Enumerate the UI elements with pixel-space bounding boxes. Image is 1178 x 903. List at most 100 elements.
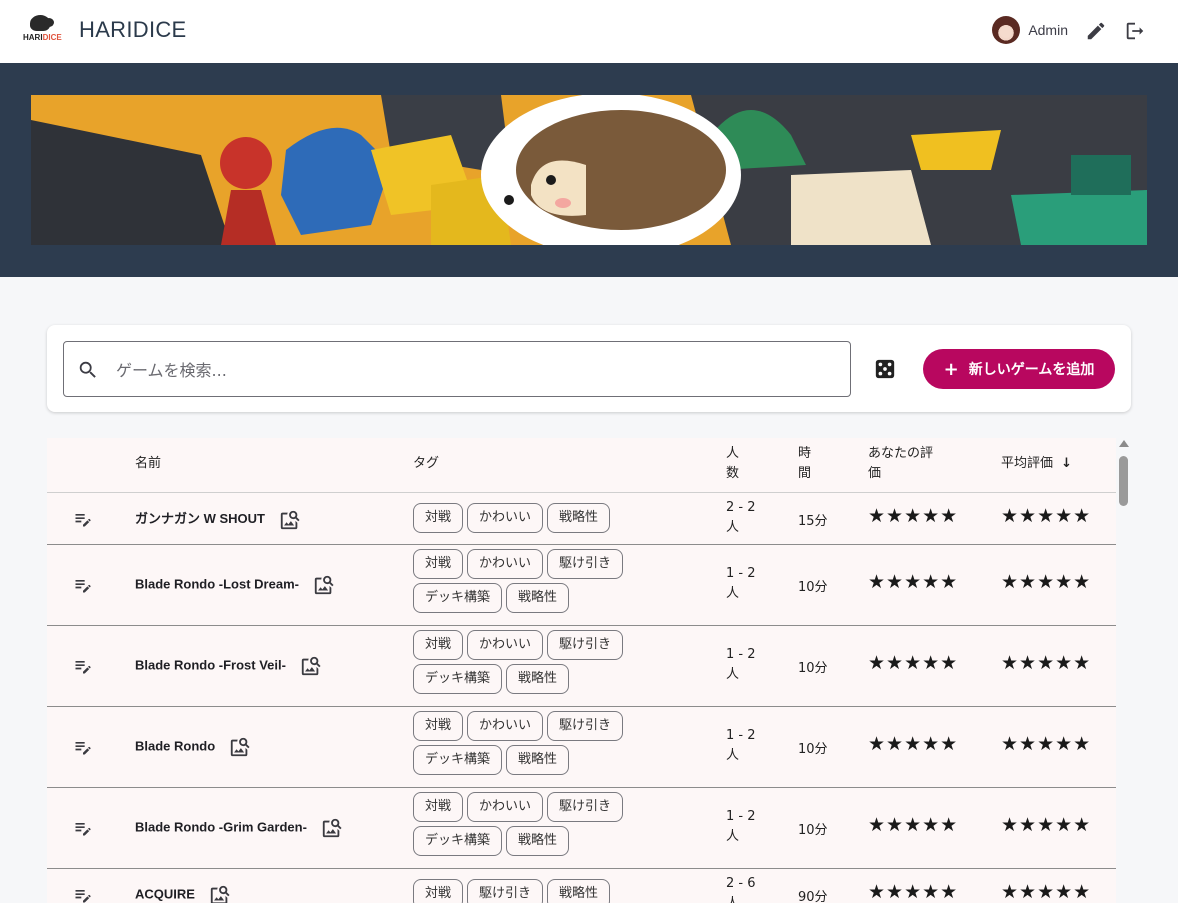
play-time: 10分 [798,580,828,595]
game-name-text: Blade Rondo [135,738,216,754]
table-row[interactable]: Blade Rondo -Frost Veil- 対戦 かわいい 駆け引きデッキ構築… [47,626,1116,707]
game-name[interactable]: Blade Rondo -Frost Veil- [135,655,322,677]
image-search-icon[interactable] [300,655,322,677]
tag-chip[interactable]: 戦略性 [547,879,611,903]
edit-game-button[interactable] [73,575,93,595]
tag-chip[interactable]: デッキ構築 [413,583,503,613]
tag-chip[interactable]: かわいい [467,549,544,579]
edit-profile-button[interactable] [1084,19,1108,43]
table-row[interactable]: ガンナガン W SHOUT 対戦 かわいい 戦略性 2 - 2 人 15分 ★★★★★… [47,493,1116,545]
tag-chip[interactable]: 戦略性 [506,664,570,694]
tag-chip[interactable]: 戦略性 [506,826,570,856]
scroll-up-arrow-icon[interactable] [1119,440,1129,447]
header-tags[interactable]: タグ [413,454,439,474]
tag-chip[interactable]: デッキ構築 [413,745,503,775]
my-rating-stars[interactable]: ★★★★★ [868,506,958,526]
play-time: 90分 [798,890,828,903]
game-name-text: ACQUIRE [135,886,195,902]
edit-game-button[interactable] [73,737,93,757]
player-range: 1 - 2 [726,728,756,743]
add-game-button[interactable]: + 新しいゲームを追加 [923,349,1115,389]
header-players[interactable]: 人 数 [726,444,739,484]
header-time-line2: 間 [798,466,812,481]
sort-desc-icon: ↓ [1061,456,1073,471]
search-input[interactable] [116,352,816,388]
table-row[interactable]: Blade Rondo -Grim Garden- 対戦 かわいい 駆け引きデッキ構… [47,788,1116,869]
header-avg-rating[interactable]: 平均評価 ↓ [1001,454,1072,474]
tag-chip[interactable]: 対戦 [413,792,464,822]
tag-chip[interactable]: 対戦 [413,630,464,660]
game-name[interactable]: Blade Rondo -Lost Dream- [135,574,335,596]
image-search-icon[interactable] [313,574,335,596]
table-scrollbar[interactable] [1117,438,1131,903]
table-row[interactable]: Blade Rondo -Lost Dream- 対戦 かわいい 駆け引きデッキ構築… [47,545,1116,626]
player-count: 2 - 6 人 [726,874,756,903]
game-name[interactable]: Blade Rondo -Grim Garden- [135,817,343,839]
player-range: 2 - 2 [726,500,756,515]
tag-chip[interactable]: 戦略性 [547,503,611,533]
my-rating-stars[interactable]: ★★★★★ [868,653,958,673]
search-toolbar: + 新しいゲームを追加 [47,325,1131,412]
tag-chip[interactable]: 対戦 [413,879,464,903]
tag-list: 対戦 かわいい 駆け引きデッキ構築 戦略性 [413,792,653,860]
image-search-icon[interactable] [209,884,231,903]
player-range: 2 - 6 [726,876,756,891]
add-game-label: 新しいゲームを追加 [968,362,1095,378]
game-name-text: Blade Rondo -Frost Veil- [135,657,286,673]
header-name[interactable]: 名前 [135,454,161,474]
pencil-icon [1087,22,1105,40]
tag-chip[interactable]: 対戦 [413,503,464,533]
edit-list-icon [75,580,91,593]
game-name[interactable]: ACQUIRE [135,884,231,903]
tag-chip[interactable]: 対戦 [413,711,464,741]
table-row[interactable]: ACQUIRE 対戦駆け引き戦略性 2 - 6 人 90分 ★★★★★ ★★★★★ [47,869,1116,903]
game-name[interactable]: Blade Rondo [135,736,251,758]
image-search-icon[interactable] [321,817,343,839]
tag-chip[interactable]: 対戦 [413,549,464,579]
tag-chip[interactable]: デッキ構築 [413,664,503,694]
user-menu[interactable]: Admin [992,16,1068,44]
edit-game-button[interactable] [73,656,93,676]
player-count: 1 - 2 人 [726,807,756,847]
my-rating-stars[interactable]: ★★★★★ [868,815,958,835]
play-time: 10分 [798,742,828,757]
table-row[interactable]: Blade Rondo 対戦 かわいい 駆け引きデッキ構築 戦略性 1 - 2 人 10… [47,707,1116,788]
random-game-button[interactable] [874,358,898,382]
tag-chip[interactable]: 駆け引き [547,549,624,579]
tag-list: 対戦 かわいい 駆け引きデッキ構築 戦略性 [413,630,653,698]
tag-chip[interactable]: 戦略性 [506,745,570,775]
tag-chip[interactable]: 戦略性 [506,583,570,613]
player-unit: 人 [726,520,740,535]
play-time: 15分 [798,514,828,529]
image-search-icon[interactable] [279,509,301,531]
tag-chip[interactable]: かわいい [467,792,544,822]
tag-chip[interactable]: かわいい [467,711,544,741]
play-time: 10分 [798,661,828,676]
logo-text: HARIDICE [23,33,62,42]
logout-button[interactable] [1123,19,1147,43]
edit-game-button[interactable] [73,509,93,529]
edit-game-button[interactable] [73,885,93,903]
scrollbar-thumb[interactable] [1119,456,1128,506]
haridice-logo[interactable]: HARIDICE [22,13,64,45]
tag-list: 対戦 かわいい 戦略性 [413,503,653,537]
tag-chip[interactable]: 駆け引き [547,792,624,822]
game-name[interactable]: ガンナガン W SHOUT [135,508,301,531]
tag-chip[interactable]: 駆け引き [547,711,624,741]
avg-rating-stars: ★★★★★ [1001,881,1092,903]
edit-game-button[interactable] [73,818,93,838]
tag-chip[interactable]: 駆け引き [467,879,544,903]
tag-chip[interactable]: かわいい [467,503,544,533]
tag-chip[interactable]: デッキ構築 [413,826,503,856]
search-field[interactable] [63,341,851,397]
image-search-icon[interactable] [229,736,251,758]
header-time[interactable]: 時 間 [798,444,811,484]
my-rating-stars[interactable]: ★★★★★ [868,734,958,754]
header-my-rating[interactable]: あなたの評 価 [868,444,933,484]
player-range: 1 - 2 [726,647,756,662]
tag-chip[interactable]: かわいい [467,630,544,660]
my-rating-stars[interactable]: ★★★★★ [868,572,958,592]
tag-chip[interactable]: 駆け引き [547,630,624,660]
my-rating-stars[interactable]: ★★★★★ [868,882,958,902]
edit-list-icon [75,742,91,755]
